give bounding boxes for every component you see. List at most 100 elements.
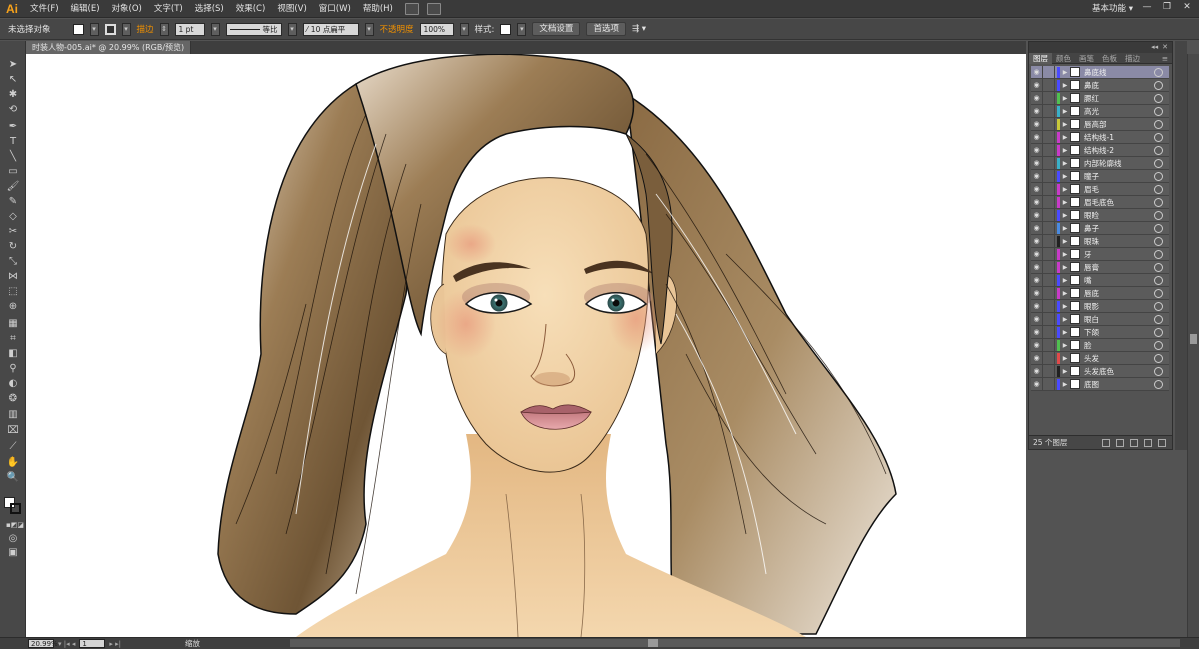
- eraser-tool-icon[interactable]: ◇: [6, 211, 20, 223]
- layer-row[interactable]: ◉ ▶ 嘴: [1031, 273, 1169, 287]
- tab-brushes[interactable]: 画笔: [1075, 53, 1098, 64]
- visibility-eye-icon[interactable]: ◉: [1031, 65, 1043, 79]
- lasso-tool-icon[interactable]: ⟲: [6, 104, 20, 116]
- artboard-nav-icon[interactable]: ▾ |◂ ◂: [58, 640, 75, 648]
- layer-name[interactable]: 鼻子: [1084, 222, 1154, 235]
- locate-object-icon[interactable]: [1102, 438, 1110, 447]
- layer-name[interactable]: 牙: [1084, 248, 1154, 261]
- zoom-tool-icon[interactable]: 🔍: [6, 472, 20, 484]
- lock-toggle[interactable]: [1043, 325, 1055, 339]
- lock-toggle[interactable]: [1043, 338, 1055, 352]
- layer-row[interactable]: ◉ ▶ 唇底: [1031, 286, 1169, 300]
- layer-name[interactable]: 底图: [1084, 378, 1154, 391]
- preferences-button[interactable]: 首选项: [586, 22, 626, 36]
- gradient-tool-icon[interactable]: ◧: [6, 348, 20, 360]
- arrange-icon[interactable]: ⇶ ▾: [632, 24, 646, 34]
- visibility-eye-icon[interactable]: ◉: [1031, 156, 1043, 170]
- expand-triangle-icon[interactable]: ▶: [1060, 277, 1070, 284]
- panel-menu-icon[interactable]: ≡: [1158, 53, 1172, 64]
- visibility-eye-icon[interactable]: ◉: [1031, 208, 1043, 222]
- arrange-documents-icon[interactable]: [426, 2, 441, 15]
- visibility-eye-icon[interactable]: ◉: [1031, 351, 1043, 365]
- tab-swatches[interactable]: 色板: [1098, 53, 1121, 64]
- expand-triangle-icon[interactable]: ▶: [1060, 264, 1070, 271]
- expand-triangle-icon[interactable]: ▶: [1060, 342, 1070, 349]
- expand-triangle-icon[interactable]: ▶: [1060, 290, 1070, 297]
- pencil-tool-icon[interactable]: ✎: [6, 196, 20, 208]
- delete-layer-icon[interactable]: [1158, 438, 1166, 447]
- screen-mode-icon[interactable]: ▣: [6, 547, 20, 559]
- mesh-tool-icon[interactable]: ⌗: [6, 333, 20, 345]
- drawing-mode-icon[interactable]: ◎: [6, 533, 20, 545]
- visibility-eye-icon[interactable]: ◉: [1031, 195, 1043, 209]
- expand-triangle-icon[interactable]: ▶: [1060, 82, 1070, 89]
- symbol-sprayer-tool-icon[interactable]: ❂: [6, 393, 20, 405]
- perspective-grid-tool-icon[interactable]: ▦: [6, 318, 20, 330]
- make-clipping-mask-icon[interactable]: [1116, 438, 1124, 447]
- style-dropdown-icon[interactable]: ▾: [517, 22, 527, 36]
- visibility-eye-icon[interactable]: ◉: [1031, 221, 1043, 235]
- layer-row[interactable]: ◉ ▶ 脸: [1031, 338, 1169, 352]
- target-circle-icon[interactable]: [1154, 301, 1163, 311]
- vertical-scroll-thumb[interactable]: [1190, 334, 1197, 344]
- layer-row[interactable]: ◉ ▶ 头发底色: [1031, 364, 1169, 378]
- target-circle-icon[interactable]: [1154, 145, 1163, 155]
- expand-triangle-icon[interactable]: ▶: [1060, 173, 1070, 180]
- target-circle-icon[interactable]: [1154, 314, 1163, 324]
- target-circle-icon[interactable]: [1154, 106, 1163, 116]
- stroke-weight-dropdown-icon[interactable]: ▾: [210, 22, 220, 36]
- direct-selection-tool-icon[interactable]: ↖: [6, 74, 20, 86]
- visibility-eye-icon[interactable]: ◉: [1031, 104, 1043, 118]
- lock-toggle[interactable]: [1043, 169, 1055, 183]
- target-circle-icon[interactable]: [1154, 353, 1163, 363]
- layer-name[interactable]: 下颌: [1084, 326, 1154, 339]
- layer-row[interactable]: ◉ ▶ 唇高部: [1031, 117, 1169, 131]
- target-circle-icon[interactable]: [1154, 379, 1163, 389]
- lock-toggle[interactable]: [1043, 78, 1055, 92]
- expand-triangle-icon[interactable]: ▶: [1060, 121, 1070, 128]
- stroke-dropdown-icon[interactable]: ▾: [121, 22, 131, 36]
- lock-toggle[interactable]: [1043, 273, 1055, 287]
- maximize-icon[interactable]: ❐: [1159, 2, 1175, 13]
- expand-triangle-icon[interactable]: ▶: [1060, 95, 1070, 102]
- color-mode-icons[interactable]: ▪◩◪: [6, 519, 24, 531]
- menu-effect[interactable]: 效果(C): [230, 0, 272, 18]
- scissors-tool-icon[interactable]: ✂: [6, 226, 20, 238]
- layer-name[interactable]: 唇底: [1084, 287, 1154, 300]
- visibility-eye-icon[interactable]: ◉: [1031, 338, 1043, 352]
- target-circle-icon[interactable]: [1154, 366, 1163, 376]
- zoom-field[interactable]: 20.99%: [28, 639, 58, 648]
- visibility-eye-icon[interactable]: ◉: [1031, 299, 1043, 313]
- target-circle-icon[interactable]: [1154, 249, 1163, 259]
- opacity-dropdown-icon[interactable]: ▾: [459, 22, 469, 36]
- artboard-next-icon[interactable]: ▸ ▸|: [109, 640, 121, 648]
- lock-toggle[interactable]: [1043, 247, 1055, 261]
- expand-triangle-icon[interactable]: ▶: [1060, 368, 1070, 375]
- layer-name[interactable]: 唇高部: [1084, 118, 1154, 131]
- menu-view[interactable]: 视图(V): [271, 0, 312, 18]
- document-setup-button[interactable]: 文档设置: [532, 22, 581, 36]
- layer-row[interactable]: ◉ ▶ 眉毛: [1031, 182, 1169, 196]
- expand-triangle-icon[interactable]: ▶: [1060, 251, 1070, 258]
- target-circle-icon[interactable]: [1154, 288, 1163, 298]
- tab-color[interactable]: 颜色: [1052, 53, 1075, 64]
- target-circle-icon[interactable]: [1154, 223, 1163, 233]
- layer-name[interactable]: 头发底色: [1084, 365, 1154, 378]
- brush-dropdown-icon[interactable]: ▾: [364, 22, 374, 36]
- layer-name[interactable]: 眼影: [1084, 300, 1154, 313]
- layer-name[interactable]: 脸: [1084, 339, 1154, 352]
- paintbrush-tool-icon[interactable]: 🖌: [6, 181, 20, 193]
- layer-row[interactable]: ◉ ▶ 结构线-2: [1031, 143, 1169, 157]
- layer-row[interactable]: ◉ ▶ 鼻子: [1031, 221, 1169, 235]
- close-icon[interactable]: ✕: [1179, 2, 1195, 13]
- lock-toggle[interactable]: [1043, 195, 1055, 209]
- layer-name[interactable]: 眼白: [1084, 313, 1154, 326]
- menu-type[interactable]: 文字(T): [148, 0, 189, 18]
- layer-row[interactable]: ◉ ▶ 眼睑: [1031, 208, 1169, 222]
- menu-window[interactable]: 窗口(W): [313, 0, 357, 18]
- visibility-eye-icon[interactable]: ◉: [1031, 247, 1043, 261]
- rotate-tool-icon[interactable]: ↻: [6, 241, 20, 253]
- layer-row[interactable]: ◉ ▶ 眉毛底色: [1031, 195, 1169, 209]
- expand-triangle-icon[interactable]: ▶: [1060, 238, 1070, 245]
- tab-stroke[interactable]: 描边: [1121, 53, 1144, 64]
